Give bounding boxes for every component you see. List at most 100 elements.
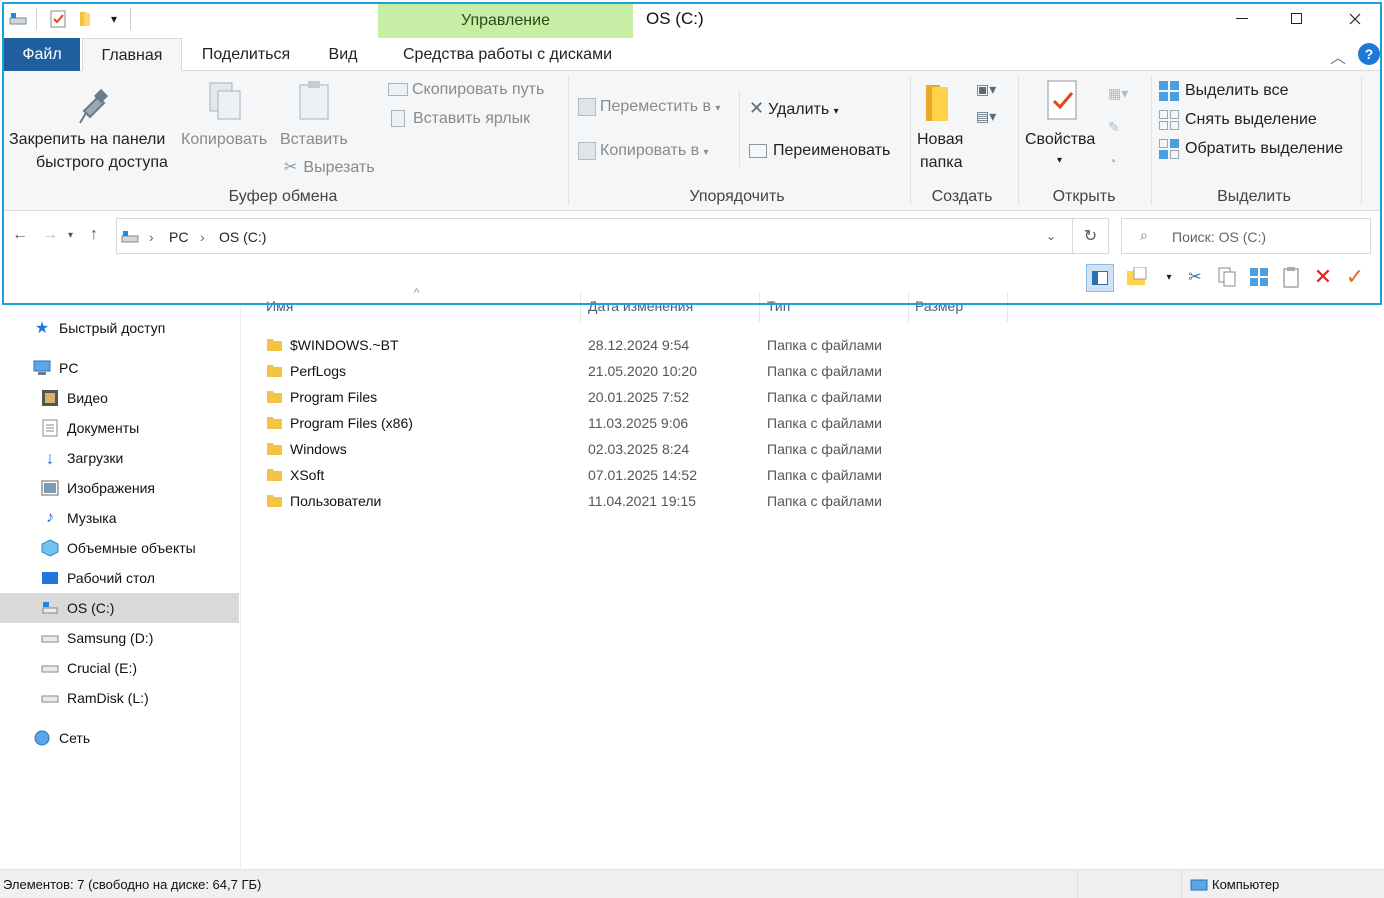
computer-status-icon [1190,879,1208,891]
recent-locations-icon[interactable]: ▾ [68,230,73,241]
folder-properties-icon[interactable] [1124,264,1150,290]
cut-toolbar-icon[interactable]: ✂ [1182,264,1208,290]
column-date[interactable]: Дата изменения [588,298,693,322]
nav-item-pictures[interactable]: Изображения [0,473,239,503]
maximize-button[interactable] [1268,4,1326,34]
properties-icon [1047,80,1077,120]
nav-item-documents[interactable]: Документы [0,413,239,443]
nav-item-pc[interactable]: PC [0,353,239,383]
tab-home[interactable]: Главная [82,38,182,72]
tab-drive-tools[interactable]: Средства работы с дисками [380,38,635,71]
properties-dropdown-icon[interactable]: ▾ [1057,155,1062,166]
edit-icon[interactable]: ✎ [1108,119,1120,136]
properties-check-toolbar-icon[interactable]: ✓ [1342,264,1368,290]
nav-item-downloads[interactable]: ↓ Загрузки [0,443,239,473]
preview-pane-icon[interactable] [1086,264,1114,292]
new-folder-qat-icon[interactable] [76,9,96,29]
open-icon[interactable]: ▦▾ [1108,85,1128,102]
tab-file[interactable]: Файл [4,38,80,71]
copy-to-dropdown-icon: ▾ [703,147,709,159]
column-type[interactable]: Тип [767,298,790,322]
help-icon[interactable]: ? [1358,43,1380,65]
invert-selection-button[interactable]: Обратить выделение [1159,139,1343,159]
cut-button[interactable]: ✂ Вырезать [284,157,375,177]
nav-item-music[interactable]: ♪ Музыка [0,503,239,533]
copy-toolbar-icon[interactable] [1214,264,1240,290]
list-item[interactable]: $WINDOWS.~BT 28.12.2024 9:54 Папка с фай… [262,332,962,358]
paste-shortcut-label: Вставить ярлык [413,110,531,127]
search-input[interactable]: ⌕ Поиск: OS (C:) [1121,218,1371,254]
nav-label: Видео [67,390,108,406]
new-folder-label-2: папка [920,154,963,171]
nav-item-3d-objects[interactable]: Объемные объекты [0,533,239,563]
pictures-icon [41,479,59,497]
up-arrow-icon[interactable]: ↑ [90,226,98,244]
status-bar: Элементов: 7 (свободно на диске: 64,7 ГБ… [0,869,1384,898]
file-date: 11.03.2025 9:06 [588,415,689,431]
explorer-drive-icon[interactable] [8,9,28,29]
nav-label: OS (C:) [67,600,115,616]
file-date: 07.01.2025 14:52 [588,467,697,483]
ribbon-home: Закрепить на панели быстрого доступа Коп… [4,71,1380,211]
properties-check-icon[interactable] [48,9,68,29]
tab-share[interactable]: Поделиться [186,38,306,71]
back-arrow-icon[interactable]: ← [12,226,28,244]
nav-item-ramdisk-drive[interactable]: RamDisk (L:) [0,683,239,713]
nav-item-desktop[interactable]: Рабочий стол [0,563,239,593]
search-icon: ⌕ [1140,227,1148,243]
delete-button[interactable]: ✕ Удалить ▾ [749,98,839,119]
collapse-ribbon-icon[interactable]: ︿ [1330,44,1346,68]
close-button[interactable] [1326,4,1384,34]
breadcrumb-chevron-icon: › [200,229,205,245]
minimize-button[interactable] [1213,4,1271,34]
scissors-icon: ✂ [284,159,298,176]
pin-label-2: быстрого доступа [36,154,168,171]
breadcrumb-pc[interactable]: PC [169,229,188,245]
delete-toolbar-icon[interactable]: ✕ [1310,264,1336,290]
history-icon[interactable]: ◔ [1108,153,1116,169]
qat-dropdown-icon[interactable]: ▾ [104,9,124,29]
address-input[interactable]: › PC › OS (C:) ⌄ [116,218,1073,254]
delete-dropdown-icon: ▾ [833,106,839,117]
nav-item-crucial-drive[interactable]: Crucial (E:) [0,653,239,683]
select-all-button[interactable]: Выделить все [1159,81,1288,101]
copy-to-button[interactable]: Копировать в ▾ [578,142,709,160]
list-item[interactable]: XSoft 07.01.2025 14:52 Папка с файлами [262,462,962,488]
tab-manage-context[interactable]: Управление [378,4,633,38]
list-item[interactable]: Windows 02.03.2025 8:24 Папка с файлами [262,436,962,462]
toolstrip-dropdown-icon[interactable]: ▾ [1156,264,1182,290]
copy-path-button[interactable]: Скопировать путь [388,81,544,99]
pin-label-1: Закрепить на панели [9,131,166,148]
tab-view[interactable]: Вид [312,38,374,71]
nav-item-samsung-drive[interactable]: Samsung (D:) [0,623,239,653]
nav-item-video[interactable]: Видео [0,383,239,413]
easy-access-icon[interactable]: ▤▾ [976,108,996,125]
list-item[interactable]: Пользователи 11.04.2021 19:15 Папка с фа… [262,488,962,514]
nav-item-network[interactable]: Сеть [0,723,239,753]
file-name: XSoft [290,467,325,483]
nav-label: Samsung (D:) [67,630,154,646]
list-item[interactable]: Program Files 20.01.2025 7:52 Папка с фа… [262,384,962,410]
shortcut-icon [391,110,405,128]
documents-icon [41,419,59,437]
column-name[interactable]: Имя [266,298,293,322]
nav-item-os-drive[interactable]: OS (C:) [0,593,239,623]
nav-label: Изображения [67,480,155,496]
breadcrumb-drive[interactable]: OS (C:) [219,229,266,245]
nav-item-quick-access[interactable]: ★ Быстрый доступ [0,313,239,343]
address-dropdown-icon[interactable]: ⌄ [1046,229,1056,243]
select-all-toolbar-icon[interactable] [1246,264,1272,290]
forward-arrow-icon[interactable]: → [42,226,58,244]
select-none-button[interactable]: Снять выделение [1159,110,1317,130]
list-item[interactable]: Program Files (x86) 11.03.2025 9:06 Папк… [262,410,962,436]
list-item[interactable]: PerfLogs 21.05.2020 10:20 Папка с файлам… [262,358,962,384]
paste-shortcut-button[interactable]: Вставить ярлык [388,110,530,128]
move-to-button[interactable]: Переместить в ▾ [578,98,720,116]
rename-button[interactable]: Переименовать [749,142,890,160]
paste-toolbar-icon[interactable] [1278,264,1304,290]
refresh-button[interactable]: ↻ [1073,218,1109,254]
drive-icon [41,629,59,647]
column-size[interactable]: Размер [915,298,963,322]
new-item-icon[interactable]: ▣▾ [976,81,996,98]
open-group-label: Открыть [1052,188,1116,205]
